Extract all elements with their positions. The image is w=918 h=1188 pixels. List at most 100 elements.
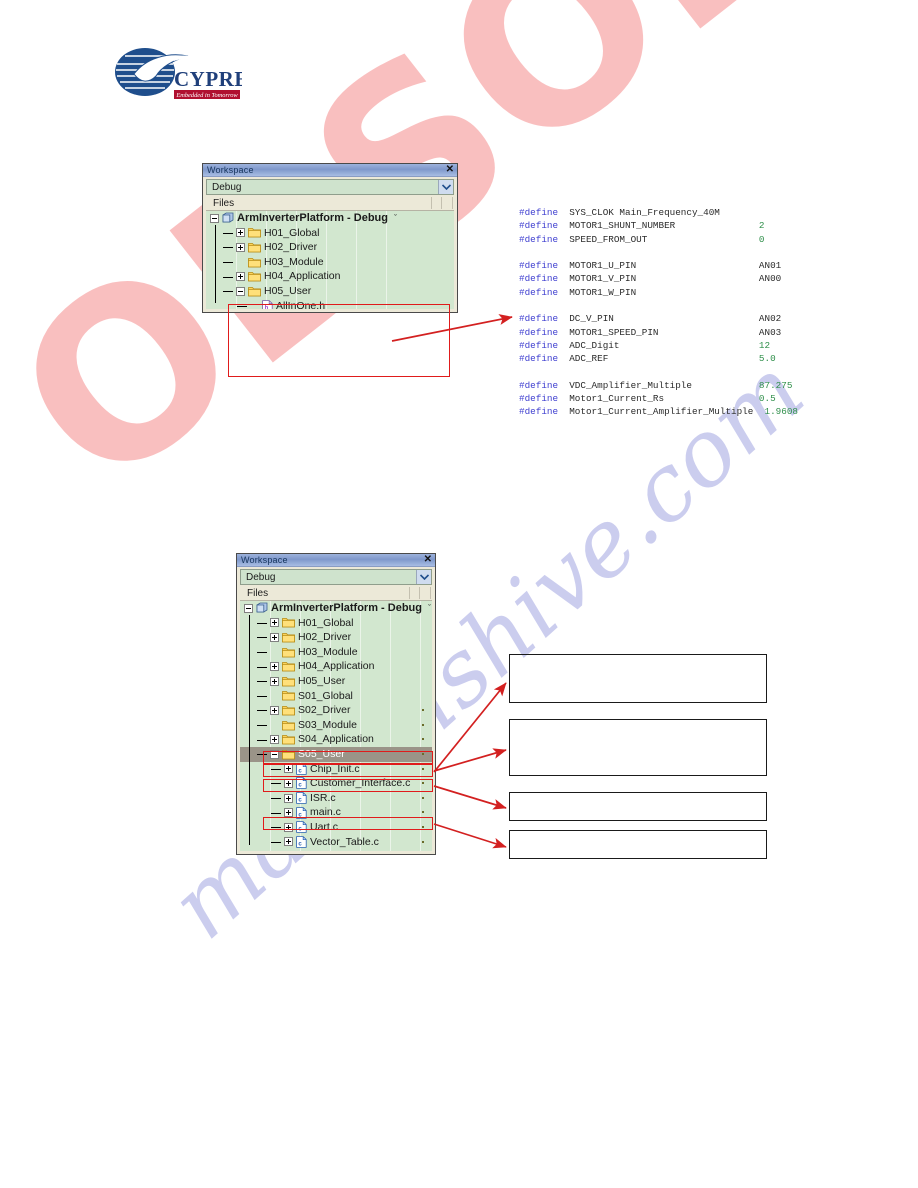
config-selector-bottom[interactable]: Debug <box>240 569 432 585</box>
tree-row[interactable]: H05_User <box>240 674 432 689</box>
code-line: #define DC_V_PIN AN02 <box>519 312 798 325</box>
collapse-minus-icon[interactable] <box>209 213 220 224</box>
code-identifier: ADC_REF <box>558 353 759 365</box>
tree-row[interactable]: S03_Module <box>240 718 432 733</box>
expander-box[interactable] <box>270 705 279 715</box>
expander-box[interactable] <box>236 228 245 238</box>
tree-row-label: main.c <box>310 806 341 819</box>
close-icon[interactable]: ✕ <box>446 165 454 175</box>
tree-row[interactable]: S05_User <box>240 746 432 762</box>
config-selector[interactable]: Debug <box>206 179 454 195</box>
tree-row[interactable]: c main.c <box>240 805 432 820</box>
expander-box[interactable] <box>270 676 279 686</box>
expander-box[interactable] <box>270 662 279 672</box>
tree-row[interactable]: H02_Driver <box>206 240 454 255</box>
code-keyword: #define <box>519 260 559 272</box>
tree-row-label: S04_Application <box>298 733 374 746</box>
tree-row[interactable]: H01_Global <box>206 226 454 241</box>
tree-expander-empty <box>269 647 280 658</box>
tree-connector <box>223 226 235 240</box>
row-marker <box>422 738 424 741</box>
root-chevron-icon[interactable]: ˇ <box>394 213 397 223</box>
tree-row[interactable]: H02_Driver <box>240 630 432 645</box>
tree-row[interactable]: c Uart.c <box>240 820 432 835</box>
tree-row[interactable]: S01_Global <box>240 689 432 704</box>
tree-row-label: H01_Global <box>264 226 320 239</box>
expand-plus-icon[interactable] <box>283 807 294 818</box>
tree-row[interactable]: H03_Module <box>240 645 432 660</box>
tree-row-label: S01_Global <box>298 689 353 702</box>
tree-row[interactable]: c Customer_Interface.c <box>240 776 432 791</box>
expander-box[interactable] <box>236 242 245 252</box>
expand-plus-icon[interactable] <box>283 763 294 774</box>
tree-row[interactable]: H04_Application <box>206 269 454 284</box>
workspace-panel-bottom[interactable]: Workspace ✕ Debug Files ArmInverterPlatf… <box>236 553 436 855</box>
tree-row[interactable]: S04_Application <box>240 732 432 747</box>
root-chevron-icon[interactable]: ˇ <box>428 603 431 613</box>
code-keyword: #define <box>519 273 559 285</box>
collapse-minus-icon[interactable] <box>235 286 246 297</box>
expand-plus-icon[interactable] <box>269 734 280 745</box>
workspace-panel-top[interactable]: Workspace ✕ Debug Files ArmInverterPlatf… <box>202 163 458 313</box>
column-grip[interactable] <box>431 197 453 209</box>
tree-row-label: H05_User <box>298 675 346 688</box>
tree-row[interactable]: c ISR.c <box>240 791 432 806</box>
code-identifier: ADC_Digit <box>558 339 759 351</box>
expand-plus-icon[interactable] <box>269 632 280 643</box>
row-marker <box>422 811 424 814</box>
expand-plus-icon[interactable] <box>269 705 280 716</box>
collapse-minus-icon[interactable] <box>243 603 254 614</box>
source-file-icon: c <box>296 821 307 834</box>
tree-root-row[interactable]: ArmInverterPlatform - Debug ˇ <box>206 211 454 226</box>
expand-plus-icon[interactable] <box>283 822 294 833</box>
expander-box[interactable] <box>270 735 279 745</box>
file-tree-bottom[interactable]: ArmInverterPlatform - Debug ˇ H01_Global H0… <box>240 601 432 851</box>
expander-box[interactable] <box>210 213 219 223</box>
folder-icon <box>282 617 295 628</box>
expander-box[interactable] <box>284 822 293 832</box>
expand-plus-icon[interactable] <box>235 271 246 282</box>
expander-box[interactable] <box>284 837 293 847</box>
folder-icon <box>282 705 295 716</box>
expand-plus-icon[interactable] <box>269 661 280 672</box>
expander-box[interactable] <box>244 603 253 613</box>
chevron-down-icon-bottom[interactable] <box>416 570 431 584</box>
expand-plus-icon[interactable] <box>283 778 294 789</box>
expand-plus-icon[interactable] <box>235 227 246 238</box>
expander-box[interactable] <box>284 808 293 818</box>
expander-box[interactable] <box>284 793 293 803</box>
config-selector-value-bottom: Debug <box>246 571 276 583</box>
tree-row[interactable]: c Vector_Table.c <box>240 835 432 850</box>
expand-plus-icon[interactable] <box>269 617 280 628</box>
expander-box[interactable] <box>236 286 245 296</box>
expander-box[interactable] <box>236 272 245 282</box>
tree-row[interactable]: H04_Application <box>240 659 432 674</box>
expand-plus-icon[interactable] <box>235 242 246 253</box>
column-grip-bottom[interactable] <box>409 587 431 599</box>
file-tree-top[interactable]: ArmInverterPlatform - Debug ˇ H01_Global H0… <box>206 211 454 309</box>
chevron-down-icon[interactable] <box>438 180 453 194</box>
code-line: #define MOTOR1_V_PIN AN00 <box>519 272 798 285</box>
expand-plus-icon[interactable] <box>283 836 294 847</box>
expand-plus-icon[interactable] <box>283 793 294 804</box>
tree-row[interactable]: S02_Driver <box>240 703 432 718</box>
collapse-minus-icon[interactable] <box>269 749 280 760</box>
expander-box[interactable] <box>284 778 293 788</box>
expander-box[interactable] <box>270 618 279 628</box>
code-value: AN00 <box>758 273 782 285</box>
expander-box[interactable] <box>284 764 293 774</box>
tree-row[interactable]: Output <box>240 849 432 851</box>
tree-connector <box>257 630 269 644</box>
expander-box[interactable] <box>270 632 279 642</box>
expander-box[interactable] <box>270 749 279 759</box>
tree-row[interactable]: h AllInOne.h <box>206 299 454 309</box>
tree-row[interactable]: H01_Global <box>240 616 432 631</box>
tree-row[interactable]: c Chip_Init.c <box>240 762 432 777</box>
close-icon-bottom[interactable]: ✕ <box>424 555 432 565</box>
expand-plus-icon[interactable] <box>269 676 280 687</box>
tree-row[interactable]: H05_User <box>206 284 454 299</box>
row-marker <box>422 840 424 843</box>
tree-row[interactable]: H03_Module <box>206 255 454 270</box>
tree-root-row[interactable]: ArmInverterPlatform - Debug ˇ <box>240 601 432 616</box>
code-identifier: Motor1_Current_Amplifier_Multiple <box>558 406 765 418</box>
